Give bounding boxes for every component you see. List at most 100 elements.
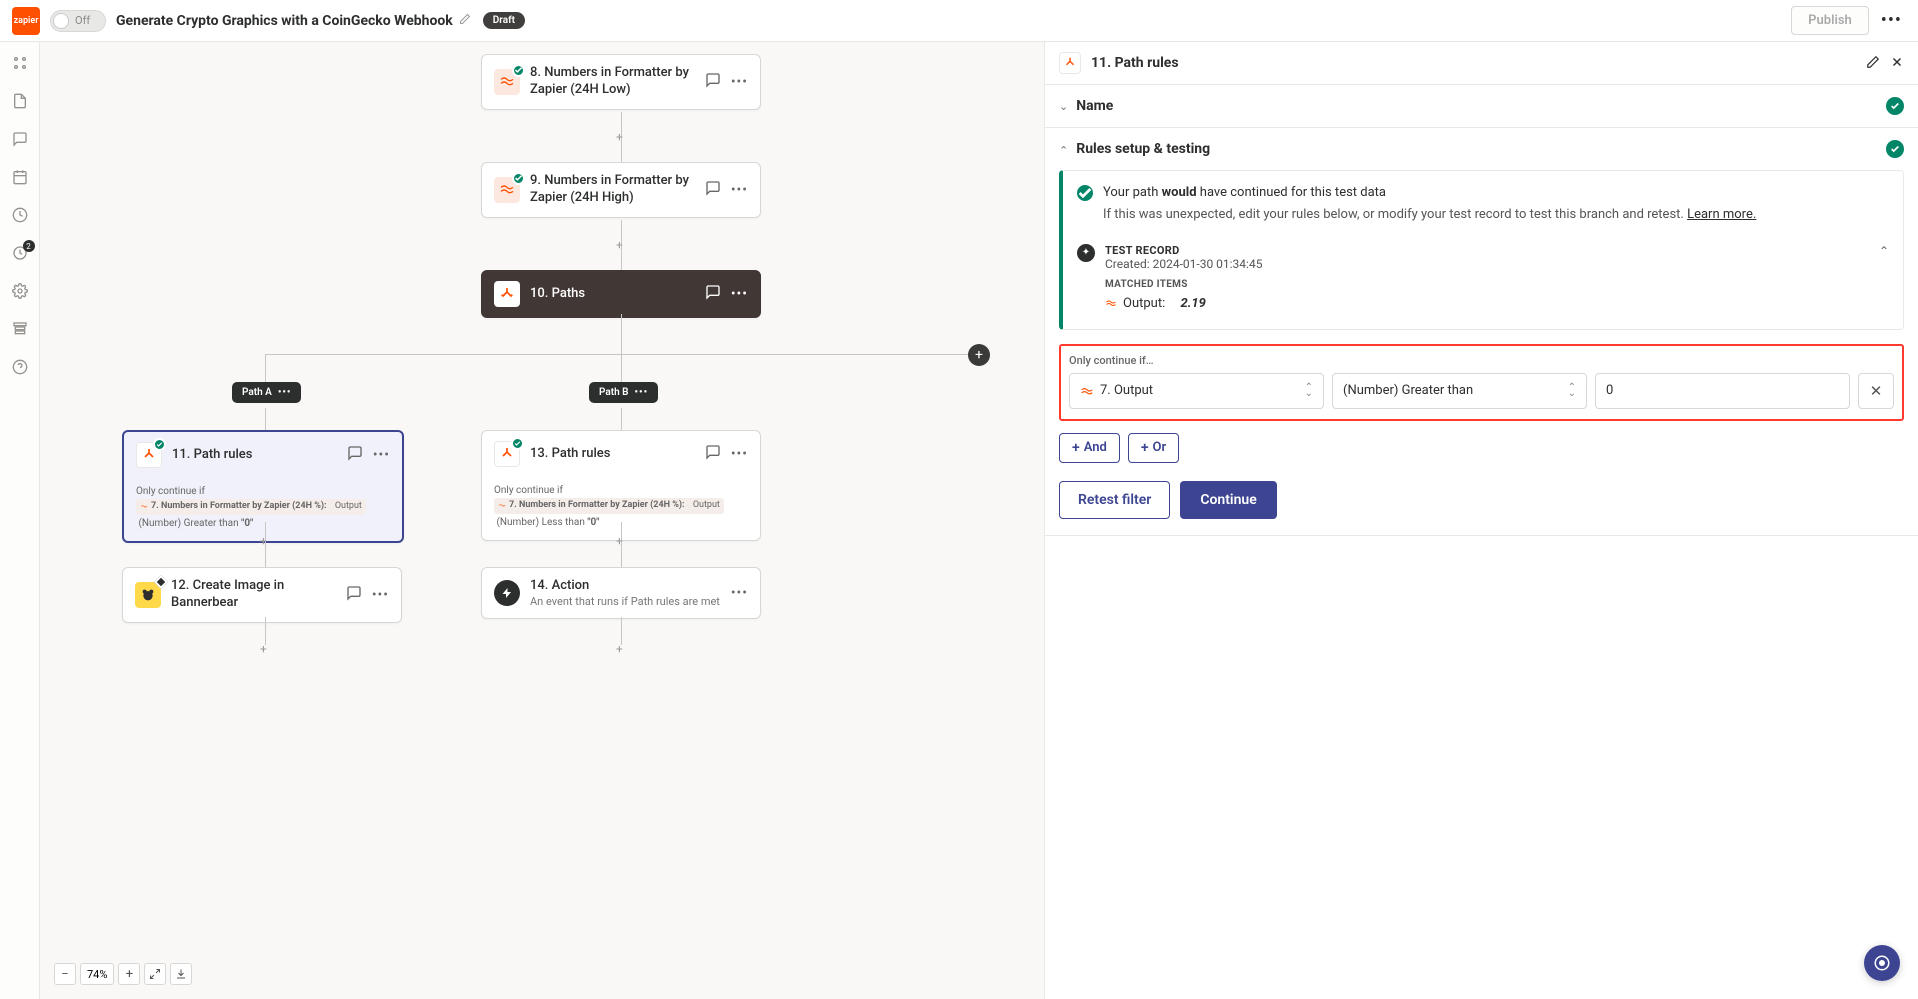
step-status-success-icon [512, 172, 525, 185]
test-record-row[interactable]: ✦ TEST RECORD Created: 2024-01-30 01:34:… [1063, 234, 1903, 329]
panel-header-actions [1866, 54, 1904, 73]
condition-label: Only continue if… [1069, 354, 1894, 367]
section-title: Name [1076, 98, 1113, 114]
detail-intro: Only continue if [494, 483, 748, 498]
step-status-success-icon [512, 64, 525, 77]
help-bubble[interactable] [1864, 945, 1900, 981]
step-subtitle: An event that runs if Path rules are met [530, 595, 720, 608]
comment-icon[interactable] [705, 444, 721, 464]
step-more-icon[interactable]: ••• [731, 182, 748, 198]
remove-condition-button[interactable]: ✕ [1858, 373, 1894, 409]
comment-icon[interactable] [705, 284, 721, 304]
comment-icon[interactable] [705, 180, 721, 200]
download-button[interactable] [170, 963, 192, 985]
step-actions: ••• [705, 284, 748, 304]
field-display: 7. Output [1100, 383, 1153, 398]
step-more-icon[interactable]: ••• [731, 74, 748, 90]
edit-title-icon[interactable] [459, 13, 471, 28]
step-8-formatter-low[interactable]: 8. Numbers in Formatter by Zapier (24H L… [481, 54, 761, 110]
path-more-icon[interactable]: ••• [635, 387, 649, 398]
add-step-icon[interactable]: + [260, 642, 267, 656]
step-more-icon[interactable]: ••• [373, 447, 390, 463]
path-b-label[interactable]: Path B ••• [589, 382, 658, 403]
step-more-icon[interactable]: ••• [372, 587, 389, 603]
step-title: 8. Numbers in Formatter by Zapier (24H L… [530, 65, 705, 99]
step-11-path-rules[interactable]: 11. Path rules ••• Only continue if 7. N… [122, 430, 404, 543]
step-status-warning-icon [154, 575, 168, 589]
add-step-icon[interactable]: + [616, 130, 623, 144]
field-chip: 7. Numbers in Formatter by Zapier (24H %… [494, 498, 724, 514]
condition-value-input[interactable] [1595, 373, 1850, 409]
sidebar-help-icon[interactable] [11, 358, 29, 376]
add-step-icon[interactable]: + [260, 534, 267, 548]
step-9-formatter-high[interactable]: 9. Numbers in Formatter by Zapier (24H H… [481, 162, 761, 218]
connector [265, 408, 266, 430]
section-header[interactable]: ⌄ Rules setup & testing [1045, 128, 1918, 170]
sidebar-tasks-icon[interactable]: 2 [11, 244, 29, 262]
condition-row: 7. Output ⌃⌄ (Number) Greater than ⌃⌄ ✕ [1069, 373, 1894, 409]
section-header[interactable]: ⌄ Name [1045, 85, 1918, 127]
zoom-percent[interactable]: 74% [80, 963, 114, 985]
add-and-button[interactable]: +And [1059, 433, 1120, 463]
condition-highlight: Only continue if… 7. Output ⌃⌄ (Number) … [1059, 344, 1904, 421]
zoom-out-button[interactable]: − [54, 963, 76, 985]
add-or-button[interactable]: +Or [1128, 433, 1179, 463]
zap-enable-toggle[interactable]: Off [50, 10, 106, 32]
sidebar-clock-icon[interactable] [11, 206, 29, 224]
sidebar-calendar-icon[interactable] [11, 168, 29, 186]
tasks-badge: 2 [23, 240, 35, 252]
test-record-label: TEST RECORD [1105, 244, 1869, 257]
comment-icon[interactable] [347, 445, 363, 465]
connector [265, 617, 266, 645]
sidebar-file-icon[interactable] [11, 92, 29, 110]
step-status-success-icon [511, 437, 524, 450]
step-10-paths[interactable]: 10. Paths ••• [481, 270, 761, 318]
sidebar-settings-icon[interactable] [11, 282, 29, 300]
add-path-button[interactable]: + [968, 344, 990, 366]
chevron-up-icon[interactable]: ⌃ [1879, 244, 1889, 258]
step-more-icon[interactable]: ••• [731, 286, 748, 302]
step-title: 9. Numbers in Formatter by Zapier (24H H… [530, 173, 705, 207]
close-icon[interactable] [1890, 54, 1904, 73]
add-step-icon[interactable]: + [616, 534, 623, 548]
add-step-icon[interactable]: + [616, 642, 623, 656]
step-14-action[interactable]: 14. Action An event that runs if Path ru… [481, 567, 761, 619]
publish-button[interactable]: Publish [1791, 6, 1869, 35]
path-a-label[interactable]: Path A ••• [232, 382, 301, 403]
step-actions: ••• [705, 180, 748, 200]
paths-icon [1059, 52, 1081, 74]
retest-filter-button[interactable]: Retest filter [1059, 481, 1170, 519]
step-title: 13. Path rules [530, 446, 610, 463]
step-12-bannerbear[interactable]: 12. Create Image in Bannerbear ••• [122, 567, 402, 623]
add-step-icon[interactable]: + [616, 238, 623, 252]
zap-title[interactable]: Generate Crypto Graphics with a CoinGeck… [116, 13, 453, 29]
select-chevrons-icon: ⌃⌄ [1568, 385, 1576, 397]
sidebar-comment-icon[interactable] [11, 130, 29, 148]
condition-operator-select[interactable]: (Number) Greater than ⌃⌄ [1332, 373, 1587, 409]
learn-more-link[interactable]: Learn more. [1687, 207, 1756, 222]
condition-field-select[interactable]: 7. Output ⌃⌄ [1069, 373, 1324, 409]
editor-canvas[interactable]: 8. Numbers in Formatter by Zapier (24H L… [40, 42, 1044, 999]
zapier-logo[interactable]: zapier [12, 7, 40, 35]
select-chevrons-icon: ⌃⌄ [1305, 385, 1313, 397]
comment-icon[interactable] [705, 72, 721, 92]
step-more-icon[interactable]: ••• [731, 446, 748, 462]
matched-item: Output: 2.19 [1105, 296, 1869, 319]
comment-icon[interactable] [346, 585, 362, 605]
section-complete-icon [1886, 97, 1904, 115]
edit-icon[interactable] [1866, 54, 1880, 73]
step-actions: ••• [705, 444, 748, 464]
logic-buttons: +And +Or [1059, 433, 1904, 463]
section-body: Your path would have continued for this … [1045, 170, 1918, 535]
record-icon: ✦ [1077, 244, 1095, 262]
zoom-fit-button[interactable] [144, 963, 166, 985]
continue-button[interactable]: Continue [1180, 481, 1276, 519]
section-complete-icon [1886, 140, 1904, 158]
header-more-icon[interactable]: ••• [1877, 10, 1906, 31]
zoom-in-button[interactable]: + [118, 963, 140, 985]
step-more-icon[interactable]: ••• [731, 585, 748, 601]
path-more-icon[interactable]: ••• [278, 387, 292, 398]
toggle-label: Off [75, 14, 90, 27]
sidebar-grid-icon[interactable] [11, 54, 29, 72]
sidebar-archive-icon[interactable] [11, 320, 29, 338]
